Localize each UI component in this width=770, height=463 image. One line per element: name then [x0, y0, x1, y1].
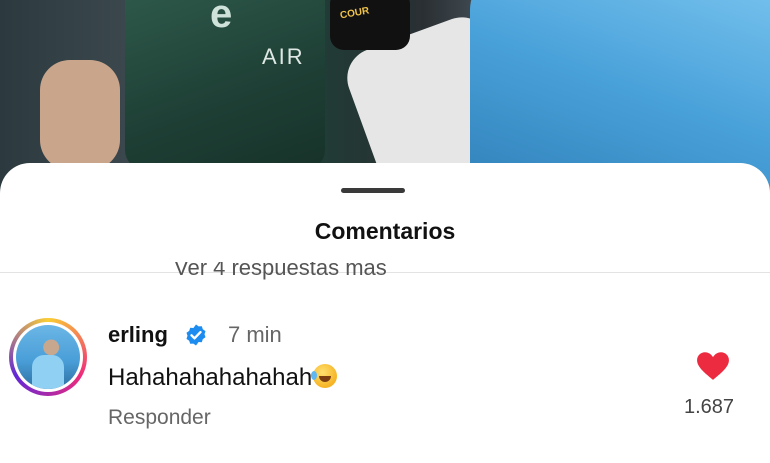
view-more-replies-label: Ver 4 respuestas más [174, 262, 387, 280]
jersey-logo-fragment: e [210, 0, 233, 36]
like-count: 1.687 [684, 396, 735, 418]
avatar[interactable] [9, 318, 87, 396]
reply-button[interactable]: Responder [108, 406, 211, 430]
view-more-replies-link[interactable]: Ver 4 respuestas más [174, 262, 387, 284]
glove-shape [330, 0, 410, 50]
heart-like-icon[interactable] [696, 351, 730, 381]
comment-timestamp: 7 min [228, 322, 282, 347]
comment-username[interactable]: erling [108, 322, 168, 348]
verified-badge-icon [186, 324, 206, 346]
laughing-emoji-icon [311, 364, 338, 388]
sheet-title: Comentarios [314, 218, 456, 244]
comment-text: Hahahahahahahah [108, 364, 313, 391]
avatar-image [16, 325, 80, 389]
jersey-sponsor-text: AIR [262, 44, 305, 69]
comment-body: Hahahahahahahah [108, 364, 338, 392]
sheet-drag-handle[interactable] [341, 188, 405, 193]
avatar-frame [13, 322, 83, 392]
hand-shape [40, 60, 120, 170]
